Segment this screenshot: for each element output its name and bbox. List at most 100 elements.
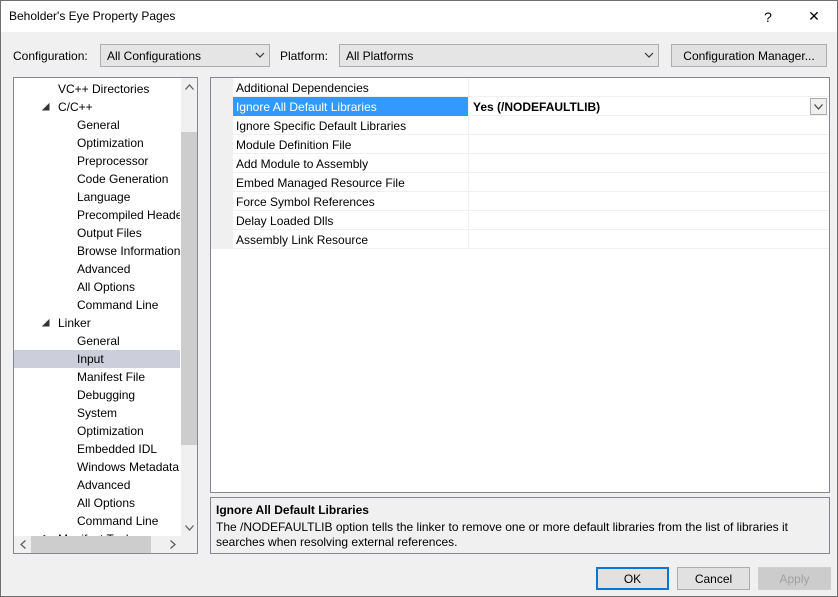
tree-item[interactable]: All Options	[14, 494, 180, 512]
configuration-label: Configuration:	[13, 49, 88, 63]
tree-item[interactable]: Preprocessor	[14, 152, 180, 170]
tree-item[interactable]: Precompiled Headers	[14, 206, 180, 224]
tree-item[interactable]: VC++ Directories	[14, 80, 180, 98]
tree-item[interactable]: Output Files	[14, 224, 180, 242]
window-title: Beholder's Eye Property Pages	[9, 9, 176, 23]
scroll-left-icon[interactable]	[14, 536, 31, 553]
tree-item[interactable]: Input	[14, 350, 180, 368]
tree-vertical-scroll-thumb[interactable]	[181, 132, 197, 445]
tree-item-label: Debugging	[77, 388, 136, 402]
grid-gutter	[211, 78, 233, 249]
value-dropdown-button[interactable]	[810, 98, 827, 115]
property-grid: Additional Dependencies Ignore All Defaul…	[210, 77, 830, 493]
tree-vertical-scrollbar[interactable]	[181, 78, 197, 536]
tree-item-label: Code Generation	[77, 172, 169, 186]
configuration-manager-button[interactable]: Configuration Manager...	[671, 44, 827, 67]
property-value[interactable]	[470, 154, 829, 173]
scroll-corner	[181, 536, 197, 553]
tree-item-label: Optimization	[77, 136, 144, 150]
tree-item-label: Manifest File	[77, 370, 146, 384]
property-row[interactable]: Ignore All Default Libraries Yes (/NODEFA…	[233, 97, 829, 116]
property-name: Assembly Link Resource	[233, 230, 469, 249]
tree-item-label: Precompiled Headers	[77, 208, 180, 222]
property-row[interactable]: Add Module to Assembly	[233, 154, 829, 173]
tree-item[interactable]: Language	[14, 188, 180, 206]
tree-item-label: Browse Information	[77, 244, 180, 258]
property-value[interactable]	[470, 78, 829, 97]
scroll-up-icon[interactable]	[181, 78, 197, 95]
tree-item[interactable]: Command Line	[14, 512, 180, 530]
platform-label: Platform:	[280, 49, 329, 63]
configuration-combo[interactable]: All Configurations	[100, 44, 270, 67]
platform-combo[interactable]: All Platforms	[339, 44, 659, 67]
expanded-triangle-icon[interactable]	[42, 103, 50, 111]
property-name: Module Definition File	[233, 135, 469, 154]
property-name: Embed Managed Resource File	[233, 173, 469, 192]
tree-item-label: C/C++	[58, 100, 93, 114]
tree-item[interactable]: All Options	[14, 278, 180, 296]
tree-horizontal-scroll-thumb[interactable]	[31, 536, 151, 553]
scroll-down-icon[interactable]	[181, 519, 197, 536]
property-value[interactable]	[470, 211, 829, 230]
property-row[interactable]: Delay Loaded Dlls	[233, 211, 829, 230]
property-value[interactable]	[470, 230, 829, 249]
property-name: Force Symbol References	[233, 192, 469, 211]
property-row[interactable]: Module Definition File	[233, 135, 829, 154]
tree-item[interactable]: Manifest File	[14, 368, 180, 386]
property-row[interactable]: Embed Managed Resource File	[233, 173, 829, 192]
tree-item-label: Input	[77, 352, 104, 366]
tree-item[interactable]: Optimization	[14, 422, 180, 440]
property-value[interactable]	[470, 116, 829, 135]
description-panel: Ignore All Default Libraries The /NODEFA…	[210, 497, 830, 554]
tree-item[interactable]: C/C++	[14, 98, 180, 116]
help-button[interactable]: ?	[745, 1, 791, 32]
scroll-right-icon[interactable]	[164, 536, 181, 553]
tree-item-label: All Options	[77, 280, 136, 294]
tree-item-label: System	[77, 406, 118, 420]
expanded-triangle-icon[interactable]	[42, 319, 50, 327]
tree-item[interactable]: Advanced	[14, 260, 180, 278]
property-name: Additional Dependencies	[233, 78, 469, 97]
cancel-button[interactable]: Cancel	[677, 567, 750, 590]
property-row[interactable]: Additional Dependencies	[233, 78, 829, 97]
tree-item[interactable]: System	[14, 404, 180, 422]
tree-item[interactable]: Windows Metadata	[14, 458, 180, 476]
property-value[interactable]	[470, 135, 829, 154]
tree-item-label: Advanced	[77, 262, 131, 276]
close-button[interactable]: ✕	[791, 1, 837, 32]
configuration-value: All Configurations	[107, 49, 202, 63]
apply-button[interactable]: Apply	[758, 567, 831, 590]
chevron-down-icon	[255, 52, 265, 58]
ok-button[interactable]: OK	[596, 567, 669, 590]
tree-item-label: Embedded IDL	[77, 442, 158, 456]
property-name: Ignore Specific Default Libraries	[233, 116, 469, 135]
tree-item-label: VC++ Directories	[58, 82, 150, 96]
tree-item[interactable]: Browse Information	[14, 242, 180, 260]
tree-item-label: Output Files	[77, 226, 142, 240]
tree-item[interactable]: Debugging	[14, 386, 180, 404]
property-name: Ignore All Default Libraries	[233, 97, 469, 116]
tree-item[interactable]: Embedded IDL	[14, 440, 180, 458]
property-row[interactable]: Ignore Specific Default Libraries	[233, 116, 829, 135]
tree-item[interactable]: Code Generation	[14, 170, 180, 188]
tree-item[interactable]: Optimization	[14, 134, 180, 152]
property-row[interactable]: Force Symbol References	[233, 192, 829, 211]
tree-horizontal-scrollbar[interactable]	[14, 536, 181, 553]
tree-item-label: Command Line	[77, 298, 159, 312]
description-text: The /NODEFAULTLIB option tells the linke…	[216, 520, 789, 549]
tree-item-label: Optimization	[77, 424, 144, 438]
property-value[interactable]	[470, 173, 829, 192]
category-tree: VC++ Directories C/C++ General Optimization…	[13, 77, 198, 554]
tree-item[interactable]: General	[14, 332, 180, 350]
tree-item[interactable]: Command Line	[14, 296, 180, 314]
tree-item[interactable]: Advanced	[14, 476, 180, 494]
tree-item-label: Command Line	[77, 514, 159, 528]
property-value-text: Yes (/NODEFAULTLIB)	[473, 100, 601, 114]
chevron-down-icon	[814, 103, 823, 110]
tree-item-label: Preprocessor	[77, 154, 149, 168]
property-value[interactable]	[470, 192, 829, 211]
tree-item[interactable]: General	[14, 116, 180, 134]
property-row[interactable]: Assembly Link Resource	[233, 230, 829, 249]
tree-item[interactable]: Linker	[14, 314, 180, 332]
property-value[interactable]: Yes (/NODEFAULTLIB)	[470, 97, 829, 116]
